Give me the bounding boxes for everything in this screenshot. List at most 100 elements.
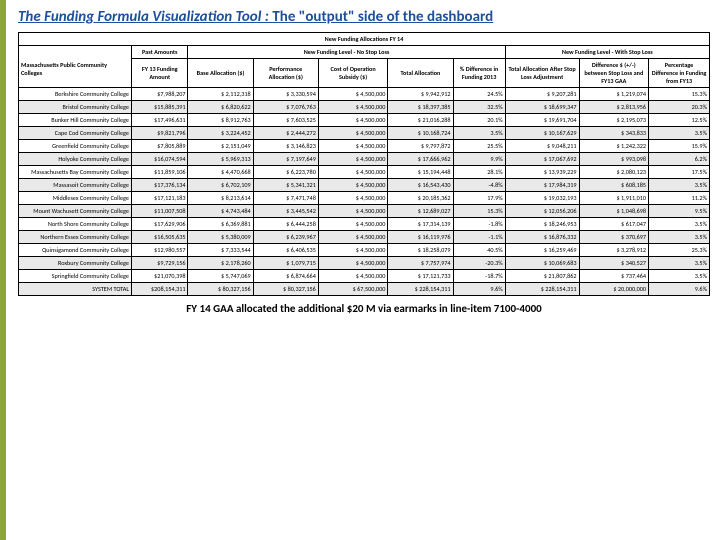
hdr-afterstop: Total Allocation After Stop Loss Adjustm… xyxy=(505,59,579,88)
cell-fy13: $21,070,398 xyxy=(132,270,188,283)
row-name: Springfield Community College xyxy=(19,270,132,283)
cell-base: $ 8,213,614 xyxy=(188,192,253,205)
cell-total: $ 12,689,027 xyxy=(388,205,453,218)
cell-perf: $ 3,445,542 xyxy=(253,205,318,218)
cell-perf: $ 7,197,649 xyxy=(253,153,318,166)
cell-pct: 40.5% xyxy=(453,244,505,257)
table-row: Massachusetts Bay Community College$11,8… xyxy=(19,166,710,179)
table-row: Massasoit Community College$17,376,134$ … xyxy=(19,179,710,192)
corner-blank xyxy=(19,46,132,59)
table-row: Berkshire Community College$7,988,207$ 2… xyxy=(19,88,710,101)
hdr-pctg: Percentage Difference in Funding from FY… xyxy=(649,59,710,88)
cell-pct: 32.5% xyxy=(453,101,505,114)
cell-pctg: 3.5% xyxy=(649,257,710,270)
cell-after: $ 10,069,683 xyxy=(505,257,579,270)
cell-base: $ 6,369,881 xyxy=(188,218,253,231)
cell-after: $ 18,246,953 xyxy=(505,218,579,231)
cell-cost: $ 4,500,000 xyxy=(318,179,388,192)
cell-fy13: $11,859,106 xyxy=(132,166,188,179)
cell-pctg: 17.5% xyxy=(649,166,710,179)
cell-total: $ 15,194,448 xyxy=(388,166,453,179)
page-title: The Funding Formula Visualization Tool :… xyxy=(18,8,710,26)
cell-fy13: $208,154,311 xyxy=(132,283,188,296)
cell-pct: 24.5% xyxy=(453,88,505,101)
table-row: Northern Essex Community College$16,505,… xyxy=(19,231,710,244)
section-withstop: New Funding Level - With Stop Loss xyxy=(505,46,709,59)
cell-total: $ 17,121,733 xyxy=(388,270,453,283)
table-row: Middlesex Community College$17,121,183$ … xyxy=(19,192,710,205)
cell-pctg: 3.5% xyxy=(649,270,710,283)
cell-fy13: $16,074,594 xyxy=(132,153,188,166)
cell-diff: $ 993,098 xyxy=(579,153,649,166)
hdr-total: Total Allocation xyxy=(388,59,453,88)
section-past: Past Amounts xyxy=(132,46,188,59)
cell-pctg: 3.5% xyxy=(649,231,710,244)
cell-fy13: $17,376,134 xyxy=(132,179,188,192)
cell-pct: 25.5% xyxy=(453,140,505,153)
hdr-base: Base Allocation ($) xyxy=(188,59,253,88)
cell-fy13: $9,821,796 xyxy=(132,127,188,140)
cell-after: $ 16,259,469 xyxy=(505,244,579,257)
cell-pctg: 3.5% xyxy=(649,127,710,140)
table-row: Cape Cod Community College$9,821,796$ 3,… xyxy=(19,127,710,140)
cell-perf: $ 6,406,535 xyxy=(253,244,318,257)
cell-cost: $ 4,500,000 xyxy=(318,114,388,127)
hdr-perf: Performance Allocation ($) xyxy=(253,59,318,88)
cell-base: $ 6,702,109 xyxy=(188,179,253,192)
cell-diff: $ 20,000,000 xyxy=(579,283,649,296)
table-row: Holyoke Community College$16,074,594$ 5,… xyxy=(19,153,710,166)
cell-fy13: $7,988,207 xyxy=(132,88,188,101)
row-name: Middlesex Community College xyxy=(19,192,132,205)
hdr-cost: Cost of Operation Subsidy ($) xyxy=(318,59,388,88)
slide: The Funding Formula Visualization Tool :… xyxy=(0,0,720,540)
cell-pct: 9.9% xyxy=(453,153,505,166)
column-header-row: Massachusetts Public Community Colleges … xyxy=(19,59,710,88)
cell-perf: $ 7,603,525 xyxy=(253,114,318,127)
cell-perf: $ 6,223,780 xyxy=(253,166,318,179)
cell-total: $ 18,258,079 xyxy=(388,244,453,257)
row-name: Bristol Community College xyxy=(19,101,132,114)
cell-pctg: 9.6% xyxy=(649,283,710,296)
cell-after: $ 18,699,347 xyxy=(505,101,579,114)
cell-base: $ 4,470,668 xyxy=(188,166,253,179)
cell-diff: $ 737,464 xyxy=(579,270,649,283)
row-name: Bunker Hill Community College xyxy=(19,114,132,127)
cell-after: $ 9,207,281 xyxy=(505,88,579,101)
cell-base: $ 2,151,049 xyxy=(188,140,253,153)
cell-after: $ 17,984,319 xyxy=(505,179,579,192)
table-row: Bristol Community College$15,885,391$ 6,… xyxy=(19,101,710,114)
cell-diff: $ 2,080,123 xyxy=(579,166,649,179)
cell-pct: 20.1% xyxy=(453,114,505,127)
accent-bar xyxy=(0,0,6,540)
cell-base: $ 5,380,009 xyxy=(188,231,253,244)
cell-pct: 9.6% xyxy=(453,283,505,296)
row-name: Greenfield Community College xyxy=(19,140,132,153)
hdr-diffdollar: Difference $ (+/-) between Stop Loss and… xyxy=(579,59,649,88)
cell-after: $ 228,154,311 xyxy=(505,283,579,296)
cell-total: $ 17,666,962 xyxy=(388,153,453,166)
cell-pctg: 15.9% xyxy=(649,140,710,153)
cell-after: $ 19,032,193 xyxy=(505,192,579,205)
cell-total: $ 16,119,976 xyxy=(388,231,453,244)
cell-cost: $ 4,500,000 xyxy=(318,153,388,166)
cell-after: $ 12,056,206 xyxy=(505,205,579,218)
cell-pctg: 15.3% xyxy=(649,88,710,101)
table-row: Mount Wachusett Community College$11,007… xyxy=(19,205,710,218)
row-name: Quinsigamond Community College xyxy=(19,244,132,257)
cell-diff: $ 340,527 xyxy=(579,257,649,270)
cell-after: $ 9,048,211 xyxy=(505,140,579,153)
cell-base: $ 8,912,763 xyxy=(188,114,253,127)
cell-base: $ 5,747,069 xyxy=(188,270,253,283)
cell-cost: $ 4,500,000 xyxy=(318,127,388,140)
cell-cost: $ 4,500,000 xyxy=(318,140,388,153)
cell-total: $ 9,942,912 xyxy=(388,88,453,101)
row-name: Mount Wachusett Community College xyxy=(19,205,132,218)
cell-base: $ 80,327,156 xyxy=(188,283,253,296)
footer-note: FY 14 GAA allocated the additional $20 M… xyxy=(18,302,710,315)
cell-perf: $ 2,444,272 xyxy=(253,127,318,140)
row-name: Massasoit Community College xyxy=(19,179,132,192)
cell-base: $ 7,333,544 xyxy=(188,244,253,257)
cell-base: $ 6,820,622 xyxy=(188,101,253,114)
cell-cost: $ 4,500,000 xyxy=(318,270,388,283)
hdr-pctdiff: % Difference in Funding 2013 xyxy=(453,59,505,88)
